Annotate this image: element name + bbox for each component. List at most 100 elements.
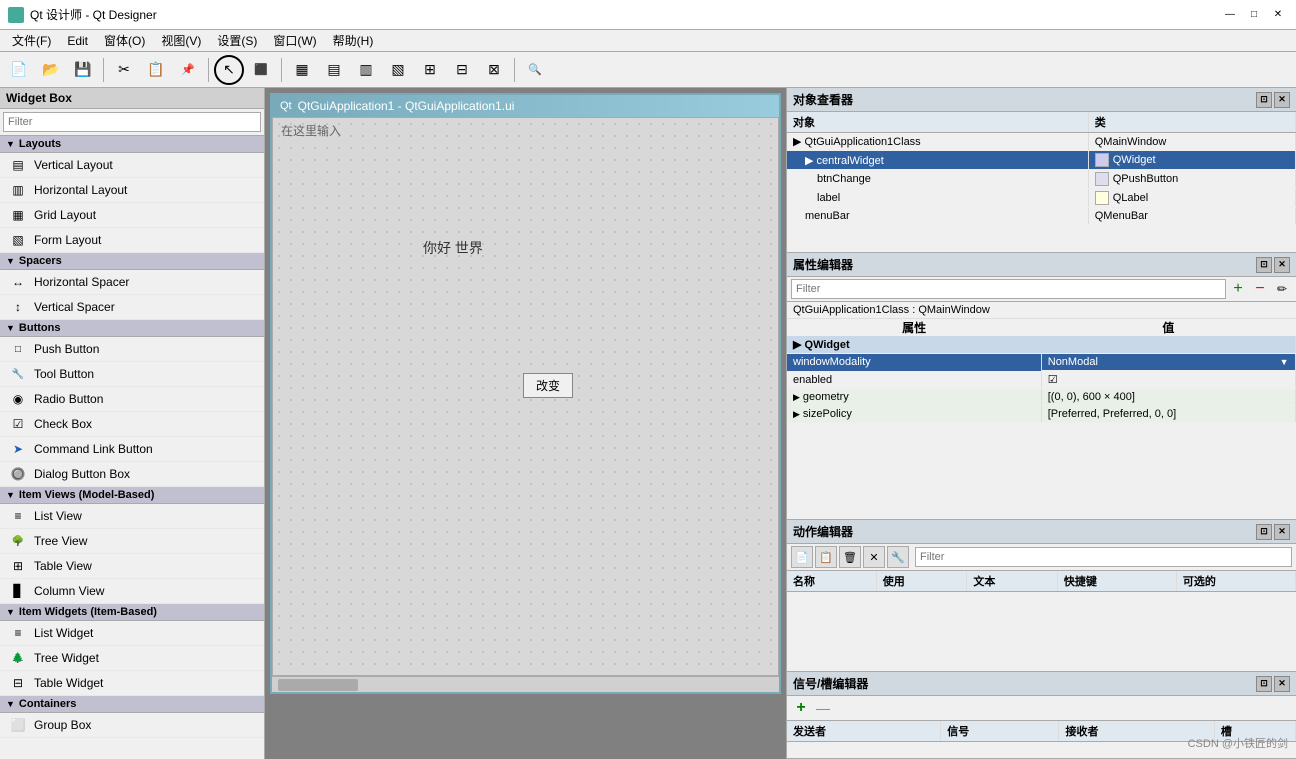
action-close-btn[interactable]: ✕ <box>1274 524 1290 540</box>
prop-name-cell: windowModality <box>787 354 1041 372</box>
wb-item-group-box[interactable]: ⬜ Group Box <box>0 713 264 738</box>
panel-close-button[interactable]: ✕ <box>1274 92 1290 108</box>
wb-item-tree-widget[interactable]: 🌲 Tree Widget <box>0 646 264 671</box>
wb-category-spacers[interactable]: Spacers <box>0 253 264 270</box>
property-close-btn[interactable]: ✕ <box>1274 257 1290 273</box>
table-row[interactable]: enabled ☑ <box>787 371 1296 389</box>
toolbar-layout7[interactable]: ⊟ <box>447 55 477 85</box>
wb-item-column-view[interactable]: ▊ Column View <box>0 579 264 604</box>
command-link-button-icon: ➤ <box>8 439 28 459</box>
designer-canvas[interactable]: 在这里输入 你好 世界 改变 <box>272 117 779 676</box>
panel-float-button[interactable]: ⊡ <box>1256 92 1272 108</box>
wb-item-grid-layout[interactable]: ▦ Grid Layout <box>0 203 264 228</box>
wb-category-buttons[interactable]: Buttons <box>0 320 264 337</box>
signal-add-btn[interactable]: + <box>791 698 811 718</box>
action-copy-btn[interactable]: 📋 <box>815 546 837 568</box>
property-remove-btn[interactable]: − <box>1250 279 1270 299</box>
wb-item-horizontal-spacer[interactable]: ↔ Horizontal Spacer <box>0 270 264 295</box>
action-edit-btn[interactable]: 🔧 <box>887 546 909 568</box>
prop-value-cell[interactable]: NonModal ▼ <box>1042 354 1296 371</box>
menu-form[interactable]: 窗体(O) <box>96 30 153 51</box>
toolbar-new[interactable]: 📄 <box>4 55 34 85</box>
obj-class-cell: QMainWindow <box>1088 133 1295 151</box>
wb-category-containers[interactable]: Containers <box>0 696 264 713</box>
action-new-btn[interactable]: 📄 <box>791 546 813 568</box>
wb-category-item-widgets[interactable]: Item Widgets (Item-Based) <box>0 604 264 621</box>
toolbar-save[interactable]: 💾 <box>68 55 98 85</box>
close-button[interactable]: ✕ <box>1268 5 1288 25</box>
tool-button-icon: 🔧 <box>8 364 28 384</box>
toolbar-layout1[interactable]: ⬛ <box>246 55 276 85</box>
wb-item-vertical-spacer[interactable]: ↕ Vertical Spacer <box>0 295 264 320</box>
action-float-btn[interactable]: ⊡ <box>1256 524 1272 540</box>
wb-item-list-widget[interactable]: ≡ List Widget <box>0 621 264 646</box>
wb-item-check-box[interactable]: ☑ Check Box <box>0 412 264 437</box>
toolbar-layout6[interactable]: ⊞ <box>415 55 445 85</box>
table-row[interactable]: ▶geometry [(0, 0), 600 × 400] <box>787 389 1296 406</box>
signal-remove-btn[interactable]: — <box>813 698 833 718</box>
action-filter-input[interactable] <box>915 547 1292 567</box>
toolbar-cut[interactable]: ✂ <box>109 55 139 85</box>
table-row[interactable]: windowModality NonModal ▼ <box>787 354 1296 372</box>
wb-item-command-link-button[interactable]: ➤ Command Link Button <box>0 437 264 462</box>
table-row[interactable]: ▶sizePolicy [Preferred, Preferred, 0, 0] <box>787 406 1296 423</box>
wb-item-dialog-button-box[interactable]: 🔘 Dialog Button Box <box>0 462 264 487</box>
menu-file[interactable]: 文件(F) <box>4 30 59 51</box>
menu-window[interactable]: 窗口(W) <box>265 30 324 51</box>
wb-category-item-views[interactable]: Item Views (Model-Based) <box>0 487 264 504</box>
property-add-btn[interactable]: + <box>1228 279 1248 299</box>
property-edit-btn[interactable]: ✏ <box>1272 279 1292 299</box>
toolbar-paste[interactable]: 📌 <box>173 55 203 85</box>
action-paste-btn[interactable]: 🗑 <box>839 546 861 568</box>
toolbar-copy[interactable]: 📋 <box>141 55 171 85</box>
action-delete-btn[interactable]: ✕ <box>863 546 885 568</box>
wb-item-tree-view[interactable]: 🌳 Tree View <box>0 529 264 554</box>
wb-item-table-view[interactable]: ⊞ Table View <box>0 554 264 579</box>
table-row[interactable]: ▶ QtGuiApplication1Class QMainWindow <box>787 133 1296 151</box>
wb-item-vertical-layout[interactable]: ▤ Vertical Layout <box>0 153 264 178</box>
menu-settings[interactable]: 设置(S) <box>209 30 265 51</box>
wb-item-push-button[interactable]: □ Push Button <box>0 337 264 362</box>
wb-category-layouts[interactable]: Layouts <box>0 136 264 153</box>
toolbar-layout3[interactable]: ▤ <box>319 55 349 85</box>
toolbar-layout8[interactable]: ⊠ <box>479 55 509 85</box>
prop-dropdown-icon[interactable]: ▼ <box>1280 357 1289 367</box>
toolbar-layout4[interactable]: ▥ <box>351 55 381 85</box>
canvas-hint: 在这里输入 <box>281 122 341 139</box>
table-row[interactable]: menuBar QMenuBar <box>787 208 1296 225</box>
toolbar-layout2[interactable]: ▦ <box>287 55 317 85</box>
prop-value-cell[interactable]: ☑ <box>1041 371 1295 389</box>
wb-item-label: Horizontal Spacer <box>34 275 129 289</box>
table-row[interactable]: ▶ centralWidget QWidget <box>787 151 1296 170</box>
horizontal-scrollbar[interactable] <box>272 676 779 692</box>
wb-item-list-view[interactable]: ≡ List View <box>0 504 264 529</box>
toolbar-layout5[interactable]: ▧ <box>383 55 413 85</box>
menu-edit[interactable]: Edit <box>59 32 96 50</box>
push-button-icon: □ <box>8 339 28 359</box>
wb-item-table-widget[interactable]: ⊟ Table Widget <box>0 671 264 696</box>
minimize-button[interactable]: — <box>1220 5 1240 25</box>
wb-item-horizontal-layout[interactable]: ▥ Horizontal Layout <box>0 178 264 203</box>
menu-view[interactable]: 视图(V) <box>153 30 209 51</box>
column-view-icon: ▊ <box>8 581 28 601</box>
toolbar-open[interactable]: 📂 <box>36 55 66 85</box>
object-inspector-table: 对象 类 ▶ QtGuiApplication1Class QMainWindo… <box>787 112 1296 225</box>
toolbar-pointer[interactable]: ↖ <box>214 55 244 85</box>
signal-editor-title-label: 信号/槽编辑器 <box>793 675 868 692</box>
table-row[interactable]: btnChange QPushButton <box>787 170 1296 189</box>
canvas-button[interactable]: 改变 <box>523 373 573 398</box>
menu-help[interactable]: 帮助(H) <box>325 30 382 51</box>
signal-col-sender: 发送者 <box>787 721 941 742</box>
table-row[interactable]: label QLabel <box>787 189 1296 208</box>
scrollbar-thumb[interactable] <box>278 679 358 691</box>
maximize-button[interactable]: □ <box>1244 5 1264 25</box>
property-filter-input[interactable] <box>791 279 1226 299</box>
wb-item-tool-button[interactable]: 🔧 Tool Button <box>0 362 264 387</box>
signal-float-btn[interactable]: ⊡ <box>1256 676 1272 692</box>
signal-close-btn[interactable]: ✕ <box>1274 676 1290 692</box>
toolbar-zoom[interactable]: 🔍 <box>520 55 550 85</box>
widget-box-filter-input[interactable] <box>3 112 261 132</box>
wb-item-radio-button[interactable]: ◉ Radio Button <box>0 387 264 412</box>
property-float-btn[interactable]: ⊡ <box>1256 257 1272 273</box>
wb-item-form-layout[interactable]: ▧ Form Layout <box>0 228 264 253</box>
